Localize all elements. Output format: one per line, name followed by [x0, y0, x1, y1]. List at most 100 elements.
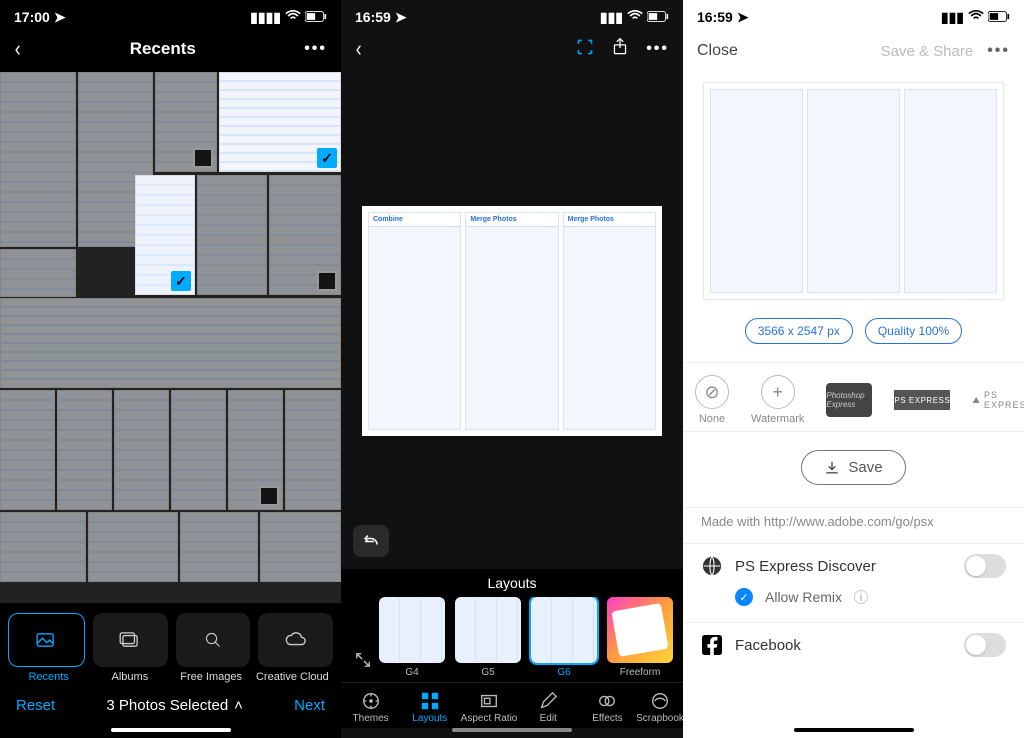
save-button[interactable]: Save	[801, 450, 905, 485]
picker-title: Recents	[130, 39, 196, 59]
photo-thumb[interactable]	[285, 390, 341, 510]
dimensions-pill[interactable]: 3566 x 2547 px	[745, 318, 853, 344]
photo-thumb[interactable]	[0, 298, 341, 388]
export-settings: 3566 x 2547 px Quality 100%	[683, 306, 1024, 362]
tab-layouts[interactable]: Layouts	[400, 689, 459, 728]
photo-thumb[interactable]	[171, 390, 226, 510]
next-button[interactable]: Next	[294, 697, 325, 714]
facebook-toggle[interactable]	[964, 633, 1006, 657]
share-facebook-row[interactable]: Facebook	[683, 623, 1024, 667]
photo-thumb[interactable]	[197, 175, 267, 295]
tab-label: Recents	[8, 671, 89, 683]
watermark-row[interactable]: ⊘ None + Watermark Photoshop Express PS …	[683, 363, 1024, 431]
photo-grid[interactable]: ✓ ✓	[0, 72, 341, 603]
photo-thumb[interactable]	[0, 249, 76, 297]
photo-thumb[interactable]	[0, 390, 55, 510]
tab-label: Albums	[89, 671, 170, 683]
tab-albums[interactable]	[93, 613, 168, 667]
location-icon: ➤	[737, 9, 749, 26]
photo-thumb[interactable]	[88, 512, 178, 582]
watermark-badge[interactable]: Photoshop Express	[826, 383, 872, 417]
layout-option[interactable]: G6	[529, 597, 599, 678]
layout-option[interactable]: G5	[453, 597, 523, 678]
photo-thumb[interactable]: ✓	[219, 72, 341, 172]
expand-icon[interactable]	[351, 648, 375, 672]
select-checkbox[interactable]	[193, 148, 213, 168]
back-button[interactable]: ‹	[15, 36, 21, 62]
select-checkbox[interactable]: ✓	[317, 148, 337, 168]
watermark-add[interactable]: + Watermark	[751, 375, 804, 425]
photo-thumb[interactable]	[260, 512, 341, 582]
reset-button[interactable]: Reset	[16, 697, 55, 714]
discover-toggle[interactable]	[964, 554, 1006, 578]
watermark-psexpress-box[interactable]: PS EXPRESS	[894, 390, 950, 410]
tab-creative-cloud[interactable]	[258, 613, 333, 667]
layout-option[interactable]: G4	[377, 597, 447, 678]
status-bar: 16:59➤ ▮▮▮	[683, 0, 1024, 30]
select-checkbox[interactable]	[259, 486, 279, 506]
layout-label: G6	[557, 667, 570, 678]
share-discover-row[interactable]: PS Express Discover	[683, 544, 1024, 588]
tab-scrapbook[interactable]: Scrapbook	[637, 689, 683, 728]
tab-recents[interactable]	[8, 613, 85, 667]
tab-label: Edit	[540, 713, 557, 724]
preview-cell	[807, 89, 900, 293]
photo-thumb[interactable]	[228, 390, 283, 510]
home-indicator	[794, 728, 914, 732]
photo-thumb[interactable]	[114, 390, 169, 510]
remix-label: Allow Remix	[765, 589, 842, 605]
picker-header: ‹ Recents •••	[0, 30, 341, 72]
home-indicator	[452, 728, 572, 732]
watermark-psexpress-text[interactable]: ⛰ PS EXPRESS	[972, 390, 1024, 410]
save-share-label: Save & Share	[881, 43, 974, 60]
photo-thumb[interactable]	[155, 72, 217, 172]
share-header: Close Save & Share •••	[683, 30, 1024, 72]
photo-thumb[interactable]	[269, 175, 341, 295]
undo-button[interactable]	[353, 525, 389, 557]
cloud-icon	[285, 632, 307, 648]
more-button[interactable]: •••	[987, 42, 1010, 60]
photo-thumb[interactable]	[57, 390, 112, 510]
allow-remix-row[interactable]: ✓ Allow Remix i	[683, 588, 1024, 616]
tab-effects[interactable]: Effects	[578, 689, 637, 728]
edit-icon	[537, 691, 559, 711]
tab-themes[interactable]: Themes	[341, 689, 400, 728]
tab-free-images[interactable]	[176, 613, 251, 667]
tab-aspect-ratio[interactable]: Aspect Ratio	[459, 689, 518, 728]
collage-cell[interactable]: Combine	[368, 212, 461, 430]
picker-footer: Reset 3 Photos Selected˄ Next	[0, 691, 341, 728]
layout-option[interactable]: Freeform	[605, 597, 675, 678]
watermark-none[interactable]: ⊘ None	[695, 375, 729, 425]
photo-thumb[interactable]	[180, 512, 258, 582]
albums-icon	[119, 632, 141, 648]
collage-cell[interactable]: Merge Photos	[563, 212, 656, 430]
photo-thumb[interactable]	[0, 512, 86, 582]
photo-thumb[interactable]	[0, 72, 76, 247]
close-button[interactable]: Close	[697, 42, 738, 60]
tab-edit[interactable]: Edit	[519, 689, 578, 728]
select-checkbox[interactable]: ✓	[171, 271, 191, 291]
download-icon	[824, 460, 840, 476]
chevron-up-icon: ˄	[234, 697, 243, 714]
more-button[interactable]: •••	[646, 40, 669, 58]
photo-thumb[interactable]: ✓	[135, 175, 195, 295]
scan-icon[interactable]	[576, 38, 594, 61]
cell-title: Merge Photos	[466, 213, 557, 227]
tab-label: Themes	[353, 713, 389, 724]
collage-cell[interactable]: Merge Photos	[465, 212, 558, 430]
tab-label: Aspect Ratio	[461, 713, 518, 724]
source-tab-labels: Recents Albums Free Images Creative Clou…	[0, 671, 341, 691]
wifi-icon	[627, 9, 643, 25]
select-checkbox[interactable]	[317, 271, 337, 291]
more-button[interactable]: •••	[304, 40, 327, 58]
battery-icon	[988, 9, 1010, 25]
layout-thumb-row[interactable]: G4 G5 G6 Freeform	[341, 597, 683, 682]
quality-pill[interactable]: Quality 100%	[865, 318, 962, 344]
tab-label: Effects	[592, 713, 622, 724]
back-button[interactable]: ‹	[356, 36, 362, 62]
info-icon[interactable]: i	[854, 590, 868, 604]
share-icon[interactable]	[612, 37, 628, 61]
collage-preview[interactable]: Combine Merge Photos Merge Photos	[341, 72, 683, 569]
selection-count[interactable]: 3 Photos Selected˄	[106, 697, 243, 714]
screen-layouts-editor: 16:59➤ ▮▮▮ ‹ ••• Combine Merge Photos	[341, 0, 683, 738]
